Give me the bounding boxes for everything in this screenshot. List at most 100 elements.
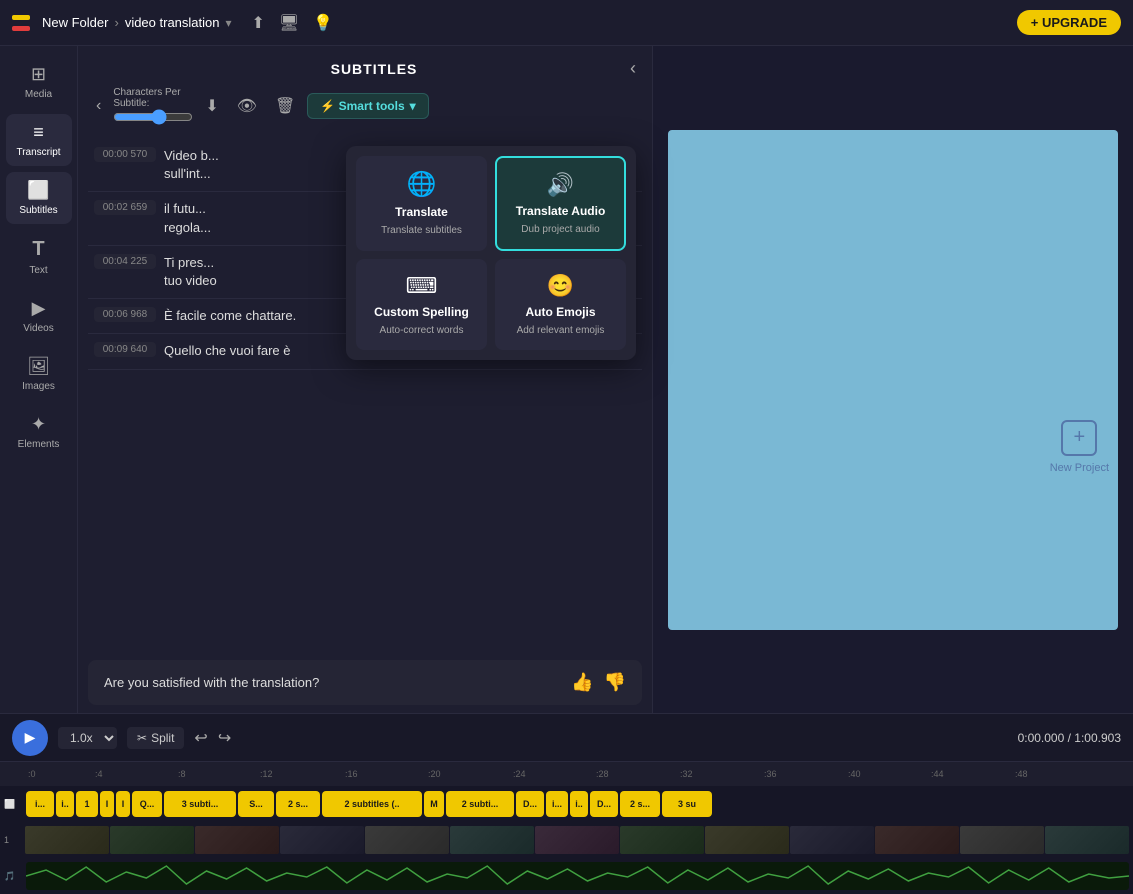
video-frame — [620, 826, 704, 854]
split-button[interactable]: ✂ Split — [127, 727, 184, 749]
translate-audio-title: Translate Audio — [516, 204, 606, 218]
upload-icon[interactable]: ⬆ — [252, 13, 265, 33]
audio-track-row: 🎵 — [0, 858, 1133, 894]
timeline-ruler: :0 :4 :8 :12 :16 :20 :24 :28 :32 :36 :40… — [0, 762, 1133, 786]
logo-bar-1 — [12, 15, 30, 20]
monitor-icon[interactable]: 🖥 — [279, 13, 299, 33]
subtitle-clip[interactable]: 3 su — [662, 791, 712, 817]
images-icon: 🖼 — [27, 356, 50, 377]
subtitle-clip[interactable]: Q... — [132, 791, 162, 817]
subtitle-track-row: ⬜ i... i.. 1 I I Q... 3 subti... S... 2 … — [0, 786, 1133, 822]
ruler-tick-24: :24 — [513, 769, 526, 779]
bulb-icon[interactable]: 💡 — [313, 13, 333, 33]
subtitle-clip[interactable]: 2 s... — [620, 791, 660, 817]
video-frame — [195, 826, 279, 854]
upgrade-button[interactable]: + UPGRADE — [1017, 10, 1121, 35]
subtitle-time-start: 00:06 968 — [94, 307, 156, 322]
video-frame — [450, 826, 534, 854]
translate-audio-icon: 🔊 — [547, 172, 574, 198]
new-project-button[interactable]: + New Project — [1050, 420, 1109, 474]
undo-button[interactable]: ↩ — [194, 728, 207, 748]
sidebar-label-videos: Videos — [23, 323, 53, 334]
waveform-svg — [26, 862, 1129, 890]
redo-button[interactable]: ↪ — [218, 728, 231, 748]
smart-tools-translate[interactable]: 🌐 Translate Translate subtitles — [356, 156, 487, 251]
feedback-icons: 👍 👎 — [571, 672, 626, 693]
custom-spelling-icon: ⌨ — [406, 273, 438, 299]
play-button[interactable]: ▶ — [12, 720, 48, 756]
bottom-controls: ▶ 1.0x 0.5x 1.5x 2.0x ✂ Split ↩ ↪ 0:00.0… — [0, 713, 1133, 893]
subtitle-time-start: 00:04 225 — [94, 254, 156, 269]
split-label: Split — [151, 731, 174, 745]
speed-selector[interactable]: 1.0x 0.5x 1.5x 2.0x — [58, 727, 117, 749]
smart-tools-custom-spelling[interactable]: ⌨ Custom Spelling Auto-correct words — [356, 259, 487, 350]
chars-per-subtitle-control: Characters PerSubtitle: — [113, 87, 193, 125]
subtitle-clip[interactable]: I — [116, 791, 130, 817]
subtitle-clip[interactable]: 2 s... — [276, 791, 320, 817]
thumbs-down-icon[interactable]: 👎 — [604, 672, 626, 693]
subtitle-clip[interactable]: i... — [546, 791, 568, 817]
download-subtitles-button[interactable]: ⬇ — [199, 92, 224, 120]
video-frame — [960, 826, 1044, 854]
project-name: video translation — [125, 15, 220, 30]
panel-close-button[interactable]: ‹ — [630, 58, 636, 79]
topbar-actions: ⬆ 🖥 💡 — [252, 13, 334, 33]
subtitle-clip[interactable]: 3 subti... — [164, 791, 236, 817]
delete-subtitles-button[interactable]: 🗑 — [269, 92, 301, 120]
media-icon: ⊞ — [31, 64, 46, 85]
sidebar-item-videos[interactable]: ▶ Videos — [6, 290, 72, 342]
smart-tools-button[interactable]: ⚡ Smart tools ▾ — [307, 93, 428, 119]
subtitle-clip[interactable]: i... — [26, 791, 54, 817]
app-logo — [12, 15, 30, 31]
prev-subtitle-button[interactable]: ‹ — [90, 93, 107, 119]
ruler-tick-48: :48 — [1015, 769, 1028, 779]
feedback-text: Are you satisfied with the translation? — [104, 675, 319, 690]
video-track-row: 1 — [0, 822, 1133, 858]
panel-header: SUBTITLES ‹ — [78, 46, 652, 87]
subtitle-clip[interactable]: M — [424, 791, 444, 817]
video-frame — [110, 826, 194, 854]
sidebar-item-transcript[interactable]: ≡ Transcript — [6, 114, 72, 166]
smart-tools-translate-audio[interactable]: 🔊 Translate Audio Dub project audio — [495, 156, 626, 251]
video-frames-strip — [25, 826, 1129, 854]
subtitle-clip[interactable]: 2 subtitles (.. — [322, 791, 422, 817]
transcript-icon: ≡ — [33, 122, 44, 143]
ruler-tick-44: :44 — [931, 769, 944, 779]
chars-per-subtitle-label: Characters PerSubtitle: — [113, 87, 193, 109]
subtitle-clip[interactable]: S... — [238, 791, 274, 817]
sidebar-item-subtitles[interactable]: ⬜ Subtitles — [6, 172, 72, 224]
elements-icon: ✦ — [31, 414, 46, 435]
sidebar-label-elements: Elements — [18, 439, 60, 450]
video-frame — [875, 826, 959, 854]
ruler-tick-8: :8 — [178, 769, 186, 779]
sidebar-item-media[interactable]: ⊞ Media — [6, 56, 72, 108]
ruler-tick-20: :20 — [428, 769, 441, 779]
smart-tools-label: ⚡ Smart tools — [320, 99, 404, 113]
project-dropdown-icon[interactable]: ▾ — [225, 16, 231, 30]
subtitle-clip[interactable]: D... — [516, 791, 544, 817]
smart-tools-auto-emojis[interactable]: 😊 Auto Emojis Add relevant emojis — [495, 259, 626, 350]
smart-tools-chevron-icon: ▾ — [410, 99, 416, 113]
sidebar-item-images[interactable]: 🖼 Images — [6, 348, 72, 400]
auto-emojis-icon: 😊 — [547, 273, 574, 299]
topbar: New Folder › video translation ▾ ⬆ 🖥 💡 +… — [0, 0, 1133, 46]
chars-slider[interactable] — [113, 109, 193, 125]
subtitle-clip[interactable]: i.. — [56, 791, 74, 817]
breadcrumb: New Folder › video translation ▾ — [42, 15, 232, 30]
thumbs-up-icon[interactable]: 👍 — [571, 672, 593, 693]
ruler-tick-28: :28 — [596, 769, 609, 779]
subtitle-clip[interactable]: i.. — [570, 791, 588, 817]
sidebar-item-text[interactable]: T Text — [6, 230, 72, 284]
subtitle-clip[interactable]: 1 — [76, 791, 98, 817]
translate-subtitle: Translate subtitles — [381, 225, 462, 236]
upgrade-label: + UPGRADE — [1031, 15, 1107, 30]
sidebar-item-elements[interactable]: ✦ Elements — [6, 406, 72, 458]
subtitle-clip[interactable]: 2 subti... — [446, 791, 514, 817]
custom-spelling-title: Custom Spelling — [374, 305, 469, 319]
subtitles-icon: ⬜ — [27, 180, 49, 201]
text-icon: T — [32, 238, 44, 261]
timeline-tracks: ⬜ i... i.. 1 I I Q... 3 subti... S... 2 … — [0, 786, 1133, 894]
subtitle-clip[interactable]: I — [100, 791, 114, 817]
subtitle-clip[interactable]: D... — [590, 791, 618, 817]
hide-subtitles-button[interactable]: 👁 — [231, 92, 263, 120]
